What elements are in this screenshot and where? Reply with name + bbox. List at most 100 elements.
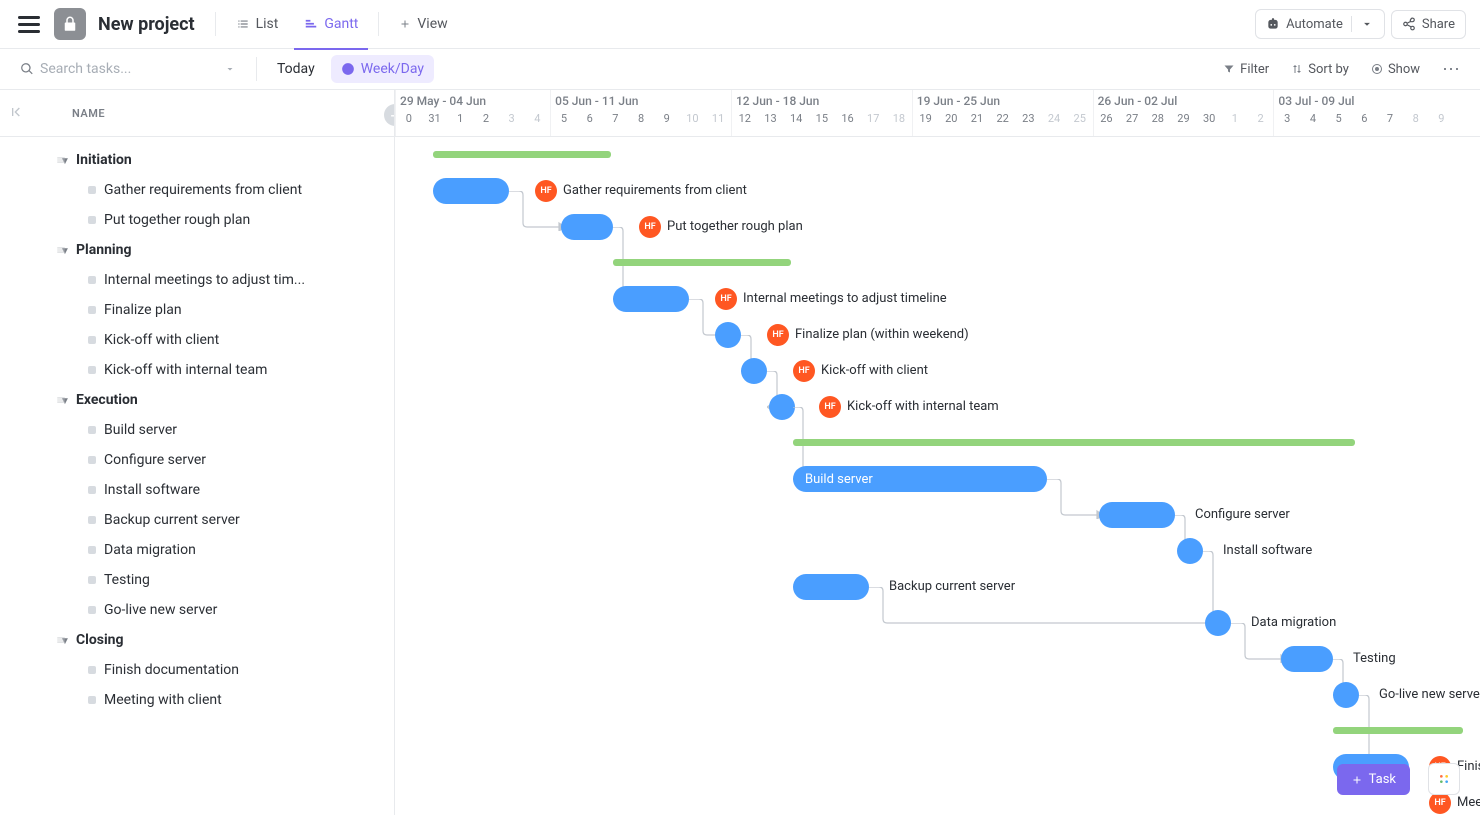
day-cell: 7: [1377, 110, 1403, 127]
task-name: Install software: [104, 482, 200, 498]
search-input[interactable]: [40, 61, 218, 77]
add-column-button[interactable]: +: [384, 104, 395, 126]
group-label: Planning: [76, 242, 131, 258]
task-bar[interactable]: [1099, 502, 1175, 528]
day-cell: 3: [1274, 110, 1300, 127]
task-row[interactable]: Internal meetings to adjust tim...: [0, 265, 394, 295]
group-bar-execution[interactable]: [793, 439, 1355, 446]
task-row[interactable]: Kick-off with internal team: [0, 355, 394, 385]
task-bar[interactable]: Build server: [793, 466, 1047, 492]
apps-button[interactable]: [1428, 763, 1460, 795]
task-bar[interactable]: [1205, 610, 1231, 636]
hamburger-menu-icon[interactable]: [14, 12, 44, 37]
day-cell: 8: [1403, 110, 1429, 127]
assignee-avatar[interactable]: HF: [1429, 792, 1451, 814]
group-row[interactable]: ▼Closing: [0, 625, 394, 655]
today-button[interactable]: Today: [271, 57, 321, 81]
day-cell: 18: [886, 110, 912, 127]
task-row[interactable]: Testing: [0, 565, 394, 595]
group-row[interactable]: ▼Execution: [0, 385, 394, 415]
day-cell: 22: [990, 110, 1016, 127]
group-label: Initiation: [76, 152, 132, 168]
group-row[interactable]: ▼Initiation: [0, 145, 394, 175]
task-bar[interactable]: [433, 178, 509, 204]
search-input-wrapper[interactable]: [14, 57, 242, 81]
day-cell: 21: [964, 110, 990, 127]
name-column-header: NAME: [72, 107, 105, 120]
task-name: Go-live new server: [104, 602, 217, 618]
granularity-selector[interactable]: Week/Day: [331, 55, 434, 83]
day-cell: 20: [938, 110, 964, 127]
task-row[interactable]: Data migration: [0, 535, 394, 565]
view-tab-gantt[interactable]: Gantt: [294, 8, 368, 50]
group-bar-initiation[interactable]: [433, 151, 611, 158]
day-cell: 4: [1300, 110, 1326, 127]
group-bar-closing[interactable]: [1333, 727, 1463, 734]
task-name: Backup current server: [104, 512, 240, 528]
task-bar[interactable]: [613, 286, 689, 312]
assignee-avatar[interactable]: HF: [819, 396, 841, 418]
week-label: 03 Jul - 09 Jul: [1274, 90, 1454, 110]
task-name: Put together rough plan: [104, 212, 250, 228]
project-icon: [54, 8, 86, 40]
collapse-sidebar-icon[interactable]: [10, 104, 26, 120]
task-bar-inner-label: Build server: [805, 472, 873, 487]
task-row[interactable]: Meeting with client: [0, 685, 394, 715]
task-name: Configure server: [104, 452, 206, 468]
task-bar[interactable]: [793, 574, 869, 600]
day-cell: 12: [732, 110, 758, 127]
task-row[interactable]: Configure server: [0, 445, 394, 475]
week-label: 26 Jun - 02 Jul: [1094, 90, 1274, 110]
task-row[interactable]: Put together rough plan: [0, 205, 394, 235]
task-name: Internal meetings to adjust tim...: [104, 272, 305, 288]
group-bar-planning[interactable]: [613, 259, 791, 266]
assignee-avatar[interactable]: HF: [767, 324, 789, 346]
day-cell: 24: [1041, 110, 1067, 127]
share-button[interactable]: Share: [1391, 10, 1466, 39]
chevron-down-icon[interactable]: [224, 63, 236, 75]
project-title: New project: [98, 14, 195, 35]
task-bar[interactable]: [1177, 538, 1203, 564]
new-task-fab[interactable]: Task: [1337, 764, 1410, 795]
chevron-down-icon[interactable]: [1360, 17, 1374, 31]
day-cell: 3: [499, 110, 525, 127]
task-bar[interactable]: [1281, 646, 1333, 672]
task-label: Gather requirements from client: [563, 183, 747, 198]
task-bar[interactable]: [1333, 682, 1359, 708]
new-task-fab-label: Task: [1369, 772, 1396, 787]
task-bar[interactable]: [561, 214, 613, 240]
sortby-button[interactable]: Sort by: [1285, 58, 1355, 81]
show-button[interactable]: Show: [1365, 58, 1426, 81]
group-label: Closing: [76, 632, 124, 648]
day-cell: 2: [1248, 110, 1274, 127]
automate-button[interactable]: Automate: [1255, 9, 1385, 39]
task-label: Kick-off with internal team: [847, 399, 999, 414]
day-cell: 6: [577, 110, 603, 127]
task-label: Internal meetings to adjust timeline: [743, 291, 947, 306]
task-bar[interactable]: [741, 358, 767, 384]
task-row[interactable]: Build server: [0, 415, 394, 445]
week-label: 29 May - 04 Jun: [396, 90, 550, 110]
task-row[interactable]: Backup current server: [0, 505, 394, 535]
automate-label: Automate: [1286, 17, 1343, 32]
filter-button[interactable]: Filter: [1217, 58, 1275, 81]
group-row[interactable]: ▼Planning: [0, 235, 394, 265]
task-row[interactable]: Kick-off with client: [0, 325, 394, 355]
assignee-avatar[interactable]: HF: [793, 360, 815, 382]
add-view-button[interactable]: View: [389, 8, 457, 40]
view-tab-list-label: List: [256, 16, 279, 32]
task-row[interactable]: Install software: [0, 475, 394, 505]
assignee-avatar[interactable]: HF: [639, 216, 661, 238]
more-options-button[interactable]: ⋯: [1436, 57, 1466, 82]
day-cell: 11: [705, 110, 731, 127]
task-row[interactable]: Gather requirements from client: [0, 175, 394, 205]
day-cell: 17: [860, 110, 886, 127]
task-row[interactable]: Finish documentation: [0, 655, 394, 685]
task-row[interactable]: Go-live new server: [0, 595, 394, 625]
task-bar[interactable]: [769, 394, 795, 420]
task-bar[interactable]: [715, 322, 741, 348]
task-row[interactable]: Finalize plan: [0, 295, 394, 325]
view-tab-list[interactable]: List: [226, 8, 289, 40]
sortby-label: Sort by: [1308, 62, 1349, 77]
view-tab-gantt-label: Gantt: [324, 16, 358, 32]
